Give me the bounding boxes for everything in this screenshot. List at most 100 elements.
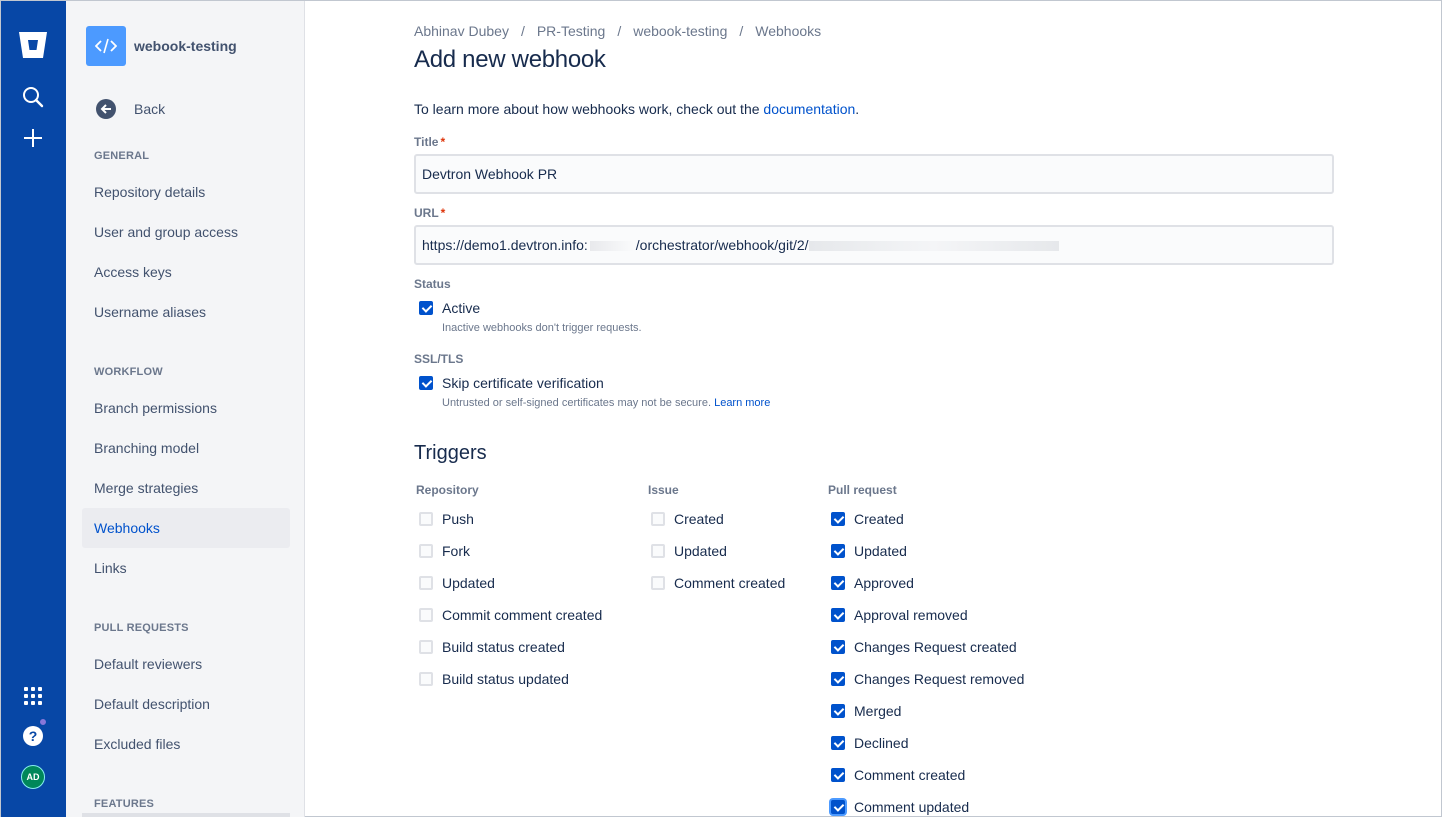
title-input[interactable] <box>414 154 1334 194</box>
pull-request-declined-checkbox[interactable] <box>831 736 845 750</box>
url-field-label: URL * <box>414 206 446 220</box>
sidebar-item-username-aliases[interactable]: Username aliases <box>82 292 290 332</box>
url-input[interactable]: https://demo1.devtron.info: /orchestrator… <box>414 225 1334 265</box>
sidebar-item-branching-model[interactable]: Branching model <box>82 428 290 468</box>
sidebar-item-default-reviewers[interactable]: Default reviewers <box>82 644 290 684</box>
page-title: Add new webhook <box>414 46 606 73</box>
repository-commit-comment-created-label: Commit comment created <box>442 607 603 623</box>
issue-comment-created-label: Comment created <box>674 575 786 591</box>
section-title-features: FEATURES <box>94 798 155 810</box>
intro-text: To learn more about how webhooks work, c… <box>414 101 859 117</box>
issue-comment-created-checkbox[interactable] <box>651 576 665 590</box>
repository-triggers-title: Repository <box>416 483 479 497</box>
active-checkbox[interactable] <box>419 301 433 315</box>
pull-request-changes-request-created-checkbox[interactable] <box>831 640 845 654</box>
pull-request-changes-request-created-label: Changes Request created <box>854 639 1017 655</box>
sidebar-item-default-description[interactable]: Default description <box>82 684 290 724</box>
redacted-token <box>808 241 1059 252</box>
issue-triggers-title: Issue <box>648 483 679 497</box>
repository-build-status-updated-checkbox[interactable] <box>419 672 433 686</box>
active-label: Active <box>442 300 481 316</box>
pull-request-comment-created-checkbox[interactable] <box>831 768 845 782</box>
bitbucket-logo-icon[interactable] <box>17 29 49 61</box>
documentation-link[interactable]: documentation <box>763 101 855 117</box>
issue-updated-label: Updated <box>674 543 727 559</box>
breadcrumb-project[interactable]: PR-Testing <box>537 23 605 39</box>
section-title-workflow: WORKFLOW <box>94 366 163 378</box>
pull-request-approved-checkbox[interactable] <box>831 576 845 590</box>
sidebar-item-repository-details[interactable]: Repository details <box>82 172 290 212</box>
user-avatar[interactable]: AD <box>21 765 45 789</box>
code-icon <box>86 26 126 66</box>
back-label: Back <box>134 101 166 117</box>
sidebar-item-merge-strategies[interactable]: Merge strategies <box>82 468 290 508</box>
repository-push-checkbox[interactable] <box>419 512 433 526</box>
sidebar-item-access-keys[interactable]: Access keys <box>82 252 290 292</box>
url-value-start: https://demo1.devtron.info: <box>422 237 588 253</box>
repository-build-status-created-label: Build status created <box>442 639 565 655</box>
triggers-heading: Triggers <box>414 442 487 464</box>
breadcrumb-user[interactable]: Abhinav Dubey <box>414 23 509 39</box>
title-label-text: Title <box>414 135 439 149</box>
breadcrumb-webhooks[interactable]: Webhooks <box>755 23 821 39</box>
issue-created-checkbox[interactable] <box>651 512 665 526</box>
pull-request-merged-checkbox[interactable] <box>831 704 845 718</box>
sidebar-item-user-and-group-access[interactable]: User and group access <box>82 212 290 252</box>
section-title-general: GENERAL <box>94 150 150 162</box>
pull-request-approved-label: Approved <box>854 575 914 591</box>
learn-more-link[interactable]: Learn more <box>714 397 770 409</box>
pull-request-triggers-title: Pull request <box>828 483 897 497</box>
svg-text:?: ? <box>29 728 38 744</box>
repository-fork-label: Fork <box>442 543 470 559</box>
pull-request-updated-checkbox[interactable] <box>831 544 845 558</box>
sidebar-item-branch-permissions[interactable]: Branch permissions <box>82 388 290 428</box>
pull-request-created-label: Created <box>854 511 904 527</box>
pull-request-declined-label: Declined <box>854 735 909 751</box>
search-icon[interactable] <box>17 81 49 113</box>
apps-icon[interactable] <box>17 680 49 712</box>
breadcrumb-repository[interactable]: webook-testing <box>633 23 727 39</box>
pull-request-comment-updated-checkbox[interactable] <box>831 800 845 814</box>
pull-request-changes-request-removed-label: Changes Request removed <box>854 671 1025 687</box>
sidebar-item-links[interactable]: Links <box>82 548 290 588</box>
create-icon[interactable] <box>17 122 49 154</box>
global-navigation-rail: ? AD <box>1 1 66 817</box>
arrow-left-icon <box>96 99 116 119</box>
repository-commit-comment-created-checkbox[interactable] <box>419 608 433 622</box>
repository-fork-checkbox[interactable] <box>419 544 433 558</box>
repository-header[interactable]: webook-testing <box>86 26 237 66</box>
breadcrumb: Abhinav Dubey / PR-Testing / webook-testing /… <box>414 23 822 39</box>
repository-push-label: Push <box>442 511 474 527</box>
intro-text-suffix: . <box>855 101 860 117</box>
active-helper-text: Inactive webhooks don't trigger requests… <box>442 322 642 334</box>
skip-helper-text: Untrusted or self-signed certificates ma… <box>442 397 712 409</box>
skip-certificate-checkbox[interactable] <box>419 376 433 390</box>
issue-updated-checkbox[interactable] <box>651 544 665 558</box>
redacted-port <box>589 241 634 252</box>
repository-build-status-updated-label: Build status updated <box>442 671 569 687</box>
skip-certificate-label: Skip certificate verification <box>442 375 604 391</box>
repository-updated-checkbox[interactable] <box>419 576 433 590</box>
repository-settings-sidebar: webook-testing Back GENERAL Repository d… <box>66 1 305 817</box>
pull-request-approval-removed-checkbox[interactable] <box>831 608 845 622</box>
status-label: Status <box>414 277 451 291</box>
issue-created-label: Created <box>674 511 724 527</box>
ssl-tls-label: SSL/TLS <box>414 352 464 366</box>
section-title-pull-requests: PULL REQUESTS <box>94 622 189 634</box>
sidebar-next-item[interactable] <box>82 813 290 817</box>
pull-request-comment-updated-label: Comment updated <box>854 799 970 815</box>
pull-request-updated-label: Updated <box>854 543 907 559</box>
repository-updated-label: Updated <box>442 575 495 591</box>
pull-request-comment-created-label: Comment created <box>854 767 966 783</box>
repository-build-status-created-checkbox[interactable] <box>419 640 433 654</box>
pull-request-merged-label: Merged <box>854 703 902 719</box>
skip-certificate-helper: Untrusted or self-signed certificates ma… <box>442 397 770 409</box>
sidebar-item-excluded-files[interactable]: Excluded files <box>82 724 290 764</box>
repository-name: webook-testing <box>134 38 237 54</box>
notification-dot <box>39 718 47 726</box>
pull-request-created-checkbox[interactable] <box>831 512 845 526</box>
sidebar-item-webhooks[interactable]: Webhooks <box>82 508 290 548</box>
pull-request-changes-request-removed-checkbox[interactable] <box>831 672 845 686</box>
back-button[interactable]: Back <box>96 99 165 119</box>
title-field-label: Title * <box>414 135 446 149</box>
